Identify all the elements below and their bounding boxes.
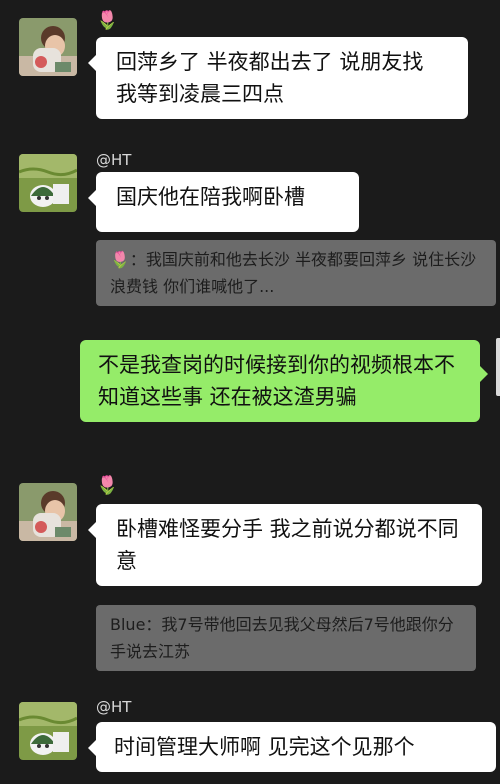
sender-name: @HT (96, 151, 132, 169)
own-avatar-edge[interactable] (496, 338, 500, 396)
sender-flower-icon: 🌷 (96, 475, 119, 496)
quoted-reply[interactable]: 🌷：我国庆前和他去长沙 半夜都要回萍乡 说住长沙浪费钱 你们谁喊他了... (96, 240, 496, 306)
message-bubble[interactable]: 回萍乡了 半夜都出去了 说朋友找 我等到凌晨三四点 (88, 37, 468, 119)
outgoing-message-bubble[interactable]: 不是我查岗的时候接到你的视频根本不知道这些事 还在被这渣男骗 (80, 340, 488, 422)
message-bubble[interactable]: 时间管理大师啊 见完这个见那个 (88, 722, 496, 772)
sender-name: @HT (96, 698, 132, 716)
child-photo-avatar[interactable] (19, 18, 77, 76)
message-bubble[interactable]: 国庆他在陪我啊卧槽 (88, 172, 359, 232)
field-photo-avatar[interactable] (19, 702, 77, 760)
message-bubble[interactable]: 卧槽难怪要分手 我之前说分都说不同意 (88, 504, 482, 586)
quoted-reply[interactable]: Blue：我7号带他回去见我父母然后7号他跟你分手说去江苏 (96, 605, 476, 671)
sender-flower-icon: 🌷 (96, 10, 119, 31)
child-photo-avatar[interactable] (19, 483, 77, 541)
field-photo-avatar[interactable] (19, 154, 77, 212)
